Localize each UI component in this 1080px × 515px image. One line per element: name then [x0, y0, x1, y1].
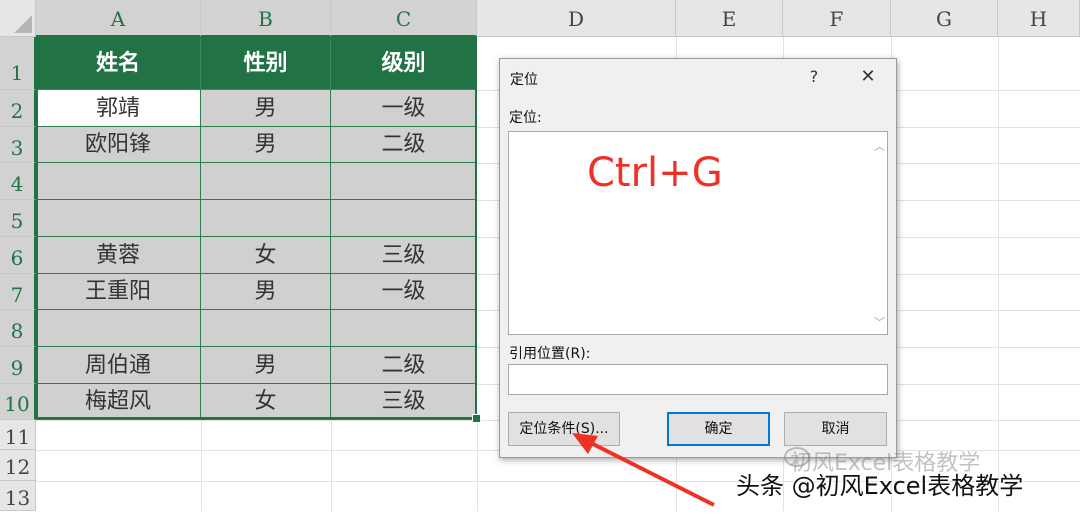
table-cell[interactable]: [331, 163, 477, 200]
row-header-2[interactable]: 2: [0, 90, 36, 127]
table-cell[interactable]: 梅超风: [36, 384, 201, 420]
column-header-h[interactable]: H: [998, 0, 1080, 37]
row-header-8[interactable]: 8: [0, 310, 36, 347]
table-cell[interactable]: 男: [201, 274, 331, 310]
table-cell[interactable]: 王重阳: [36, 274, 201, 310]
table-cell[interactable]: 三级: [331, 384, 477, 420]
select-all-corner[interactable]: [0, 0, 36, 37]
column-header-d[interactable]: D: [477, 0, 676, 37]
table-cell[interactable]: 二级: [331, 127, 477, 163]
header-cell-gender[interactable]: 性别: [201, 37, 331, 90]
table-cell[interactable]: 黄蓉: [36, 237, 201, 274]
row-header-4[interactable]: 4: [0, 163, 36, 200]
fill-handle[interactable]: [472, 414, 481, 423]
row-header-6[interactable]: 6: [0, 237, 36, 274]
row-header-3[interactable]: 3: [0, 127, 36, 163]
table-cell[interactable]: [331, 200, 477, 237]
header-cell-level[interactable]: 级别: [331, 37, 477, 90]
column-header-e[interactable]: E: [676, 0, 783, 37]
table-cell[interactable]: 一级: [331, 274, 477, 310]
table-cell[interactable]: 男: [201, 90, 331, 127]
table-cell[interactable]: [201, 200, 331, 237]
listbox-scrollbar[interactable]: ︿ ﹀: [869, 132, 887, 334]
goto-label: 定位:: [509, 110, 542, 126]
gridline: [331, 420, 332, 511]
goto-dialog: 定位 ? ✕ 定位: Ctrl+G ︿ ﹀ 引用位置(R): 定位条件(S)..…: [499, 58, 897, 458]
gridline: [201, 420, 202, 511]
special-button[interactable]: 定位条件(S)...: [508, 412, 620, 446]
gridline: [477, 420, 478, 511]
close-icon[interactable]: ✕: [856, 65, 880, 89]
table-cell[interactable]: [36, 200, 201, 237]
scroll-up-icon[interactable]: ︿: [874, 138, 885, 154]
shortcut-annotation: Ctrl+G: [587, 150, 723, 196]
table-cell[interactable]: [201, 310, 331, 347]
table-cell[interactable]: 欧阳锋: [36, 127, 201, 163]
table-cell[interactable]: 一级: [331, 90, 477, 127]
row-header-11[interactable]: 11: [0, 420, 36, 450]
table-cell[interactable]: 女: [201, 237, 331, 274]
row-header-13[interactable]: 13: [0, 481, 36, 511]
row-header-5[interactable]: 5: [0, 200, 36, 237]
table-cell[interactable]: [201, 163, 331, 200]
row-header-7[interactable]: 7: [0, 274, 36, 310]
cancel-button[interactable]: 取消: [784, 412, 887, 446]
ok-button[interactable]: 确定: [667, 412, 770, 446]
row-header-1[interactable]: 1: [0, 37, 36, 90]
table-cell[interactable]: 三级: [331, 237, 477, 274]
row-header-10[interactable]: 10: [0, 384, 36, 420]
scroll-down-icon[interactable]: ﹀: [874, 314, 885, 330]
goto-listbox[interactable]: Ctrl+G ︿ ﹀: [508, 131, 888, 335]
watermark: 头条 @初风Excel表格教学: [736, 472, 1024, 500]
table-cell[interactable]: 女: [201, 384, 331, 420]
header-cell-name[interactable]: 姓名: [36, 37, 201, 90]
column-header-g[interactable]: G: [891, 0, 998, 37]
table-cell[interactable]: [36, 163, 201, 200]
column-header-a[interactable]: A: [36, 0, 201, 37]
table-cell[interactable]: 男: [201, 347, 331, 384]
table-cell[interactable]: 男: [201, 127, 331, 163]
dialog-title: 定位: [510, 72, 538, 88]
table-cell[interactable]: 周伯通: [36, 347, 201, 384]
column-header-f[interactable]: F: [783, 0, 891, 37]
row-header-12[interactable]: 12: [0, 450, 36, 481]
column-header-b[interactable]: B: [201, 0, 331, 37]
table-cell-active[interactable]: 郭靖: [36, 90, 201, 127]
table-cell[interactable]: 二级: [331, 347, 477, 384]
table-cell[interactable]: [331, 310, 477, 347]
reference-input[interactable]: [508, 364, 888, 395]
table-cell[interactable]: [36, 310, 201, 347]
help-icon[interactable]: ?: [804, 65, 824, 89]
row-header-9[interactable]: 9: [0, 347, 36, 384]
column-header-c[interactable]: C: [331, 0, 477, 37]
reference-label: 引用位置(R):: [509, 346, 591, 362]
